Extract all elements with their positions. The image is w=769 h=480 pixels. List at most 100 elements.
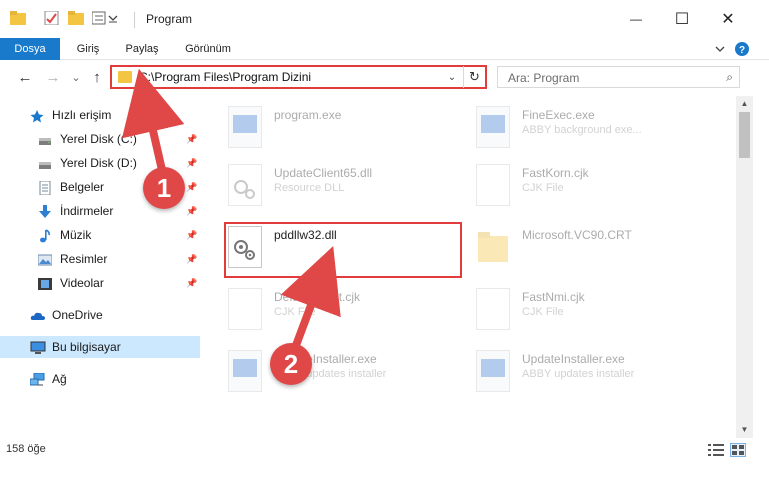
refresh-button[interactable]: ↻ [463,66,485,88]
up-button[interactable]: ↑ [88,68,106,86]
sidebar-item-label: Videolar [60,276,104,290]
file-name: UpdateInstaller.exe [522,352,625,366]
back-button[interactable]: ← [16,68,34,86]
pin-icon[interactable]: 📌 [186,272,197,294]
pin-icon[interactable]: 📌 [186,224,197,246]
navigation-pane: Hızlı erişim Yerel Disk (C:) 📌 Yerel Dis… [0,100,200,438]
address-path[interactable]: C:\Program Files\Program Dizini [139,70,311,84]
sidebar-item-music[interactable]: Müzik 📌 [0,224,200,246]
pin-icon[interactable]: 📌 [186,128,197,150]
tab-file[interactable]: Dosya [0,38,60,60]
chevron-down-icon[interactable] [712,41,728,57]
tab-view[interactable]: Görünüm [174,38,242,60]
sidebar-item-label: İndirmeler [60,204,114,218]
file-name: FineExec.exe [522,108,595,122]
file-icon [476,288,510,330]
music-icon [38,228,52,243]
list-item[interactable]: Microsoft.VC90.CRT [462,218,702,272]
pin-icon[interactable]: 📌 [186,176,197,198]
large-icons-view-icon[interactable] [730,443,746,457]
new-folder-icon[interactable] [68,11,84,25]
scroll-down-button[interactable]: ▼ [736,422,753,438]
window-title: Program [146,12,193,26]
list-item[interactable]: UpdateInstaller.exe ABBY updates install… [462,342,702,396]
highlight-box [224,222,462,278]
status-bar: 158 öğe [0,438,769,462]
videos-icon [38,276,52,290]
exe-icon [228,106,262,148]
list-item[interactable]: program.exe [214,98,454,152]
sidebar-item-pictures[interactable]: Resimler 📌 [0,248,200,270]
scroll-up-button[interactable]: ▲ [736,96,753,112]
file-type: CJK File [522,182,564,194]
exe-icon [228,350,262,392]
sidebar-item-label: Yerel Disk (C:) [60,132,137,146]
customize-toolbar-icon[interactable] [91,11,122,25]
file-name: FastKorn.cjk [522,166,589,180]
tab-home[interactable]: Giriş [66,38,110,60]
file-name: DefaultIment.cjk [274,290,361,304]
exe-icon [476,350,510,392]
star-icon [30,108,44,123]
sidebar-item-label: Bu bilgisayar [52,340,121,354]
help-icon[interactable]: ? [734,41,750,57]
list-item[interactable]: DefaultIment.cjk CJK File [214,280,454,334]
svg-text:?: ? [739,45,745,56]
file-name: FastNmi.cjk [522,290,585,304]
network-icon [29,372,45,386]
list-item[interactable]: FastNmi.cjk CJK File [462,280,702,334]
file-type: ABBY background exe... [522,124,642,136]
sidebar-item-onedrive[interactable]: OneDrive [0,304,200,326]
pin-icon[interactable]: 📌 [186,200,197,222]
drive-icon [38,132,52,146]
exe-icon [476,106,510,148]
scroll-thumb[interactable] [739,112,750,158]
sidebar-item-label: Resimler [60,252,108,266]
pin-icon[interactable]: 📌 [186,248,197,270]
vertical-scrollbar[interactable]: ▲ ▼ [736,96,753,438]
recent-locations-button[interactable]: ⌄ [70,68,82,86]
properties-icon[interactable] [44,10,60,26]
address-dropdown-button[interactable]: ⌄ [444,68,460,86]
file-type: Resource DLL [274,182,345,194]
step-badge-1: 1 [143,167,185,209]
details-view-icon[interactable] [708,443,724,457]
navigation-bar: ← → ⌄ ↑ C:\Program Files\Program Dizini … [0,60,769,96]
sidebar-item-network[interactable]: Ağ [0,368,200,390]
sidebar-item-local-disk-c[interactable]: Yerel Disk (C:) 📌 [0,128,200,150]
sidebar-item-videos[interactable]: Videolar 📌 [0,272,200,294]
pin-icon[interactable]: 📌 [186,152,197,174]
folder-icon [476,226,510,268]
sidebar-item-this-pc[interactable]: Bu bilgisayar [0,336,200,358]
file-icon [228,288,262,330]
sidebar-item-label: Ağ [52,372,67,386]
item-count: 158 öğe [6,443,46,455]
maximize-button[interactable]: ☐ [659,0,705,38]
file-type: ABBY updates installer [522,368,635,380]
search-input[interactable]: Ara: Program ⌕ [497,66,740,88]
documents-icon [38,180,52,196]
minimize-button[interactable]: — [613,0,659,38]
search-icon: ⌕ [726,70,733,84]
list-item[interactable]: FastKorn.cjk CJK File [462,156,702,210]
sidebar-item-label: Müzik [60,228,92,242]
list-item[interactable]: FineExec.exe ABBY background exe... [462,98,702,152]
list-item[interactable]: UpdateClient65.dll Resource DLL [214,156,454,210]
pictures-icon [37,252,53,266]
file-type: CJK File [522,306,564,318]
tab-share[interactable]: Paylaş [116,38,168,60]
address-bar[interactable]: C:\Program Files\Program Dizini ⌄ ↻ [110,65,487,89]
sidebar-item-label: Yerel Disk (D:) [60,156,137,170]
folder-icon [10,11,26,25]
file-name: Microsoft.VC90.CRT [522,228,632,242]
close-button[interactable]: ✕ [705,0,751,38]
sidebar-item-quick-access[interactable]: Hızlı erişim [0,104,200,126]
ribbon-tabs: Dosya Giriş Paylaş Görünüm ? [0,38,769,60]
drive-icon [38,156,52,170]
dll-icon [228,164,262,206]
forward-button[interactable]: → [44,68,62,86]
file-type: CJK File [274,306,316,318]
list-item[interactable]: UpdateInstaller.exe ABBY updates install… [214,342,454,396]
download-icon [38,204,52,218]
cloud-icon [30,308,45,322]
